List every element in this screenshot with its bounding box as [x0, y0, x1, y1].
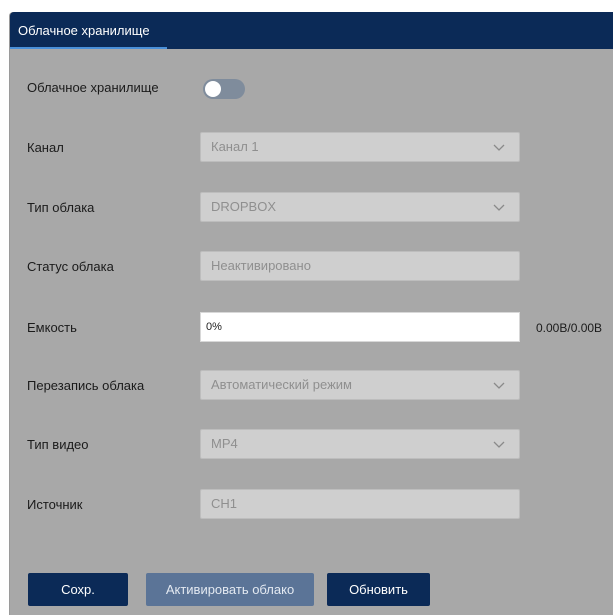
cloud-storage-panel: Облачное хранилище Облачное хранилище Ка… — [10, 12, 613, 615]
video-type-row: Тип видео MP4 — [10, 429, 613, 461]
cloud-status-value: Неактивировано — [211, 258, 311, 273]
chevron-down-icon — [493, 141, 505, 153]
chevron-down-icon — [493, 379, 505, 391]
channel-row: Канал Канал 1 — [10, 132, 613, 164]
activate-cloud-button[interactable]: Активировать облако — [146, 573, 314, 606]
cloud-storage-toggle[interactable] — [203, 79, 245, 99]
chevron-down-icon — [493, 438, 505, 450]
cloud-storage-label: Облачное хранилище — [27, 80, 159, 95]
chevron-down-icon — [493, 201, 505, 213]
channel-select[interactable]: Канал 1 — [200, 132, 520, 162]
channel-label: Канал — [27, 140, 64, 155]
capacity-percent: 0% — [206, 321, 222, 333]
cloud-type-value: DROPBOX — [211, 199, 277, 214]
refresh-button[interactable]: Обновить — [327, 573, 430, 606]
video-type-label: Тип видео — [27, 437, 89, 452]
cloud-type-label: Тип облака — [27, 200, 95, 215]
cloud-storage-row: Облачное хранилище — [10, 72, 613, 104]
overwrite-select[interactable]: Автоматический режим — [200, 370, 520, 400]
cloud-status-field: Неактивировано — [200, 251, 520, 281]
capacity-label: Емкость — [27, 320, 77, 335]
panel-header: Облачное хранилище — [10, 12, 613, 49]
overwrite-label: Перезапись облака — [27, 378, 145, 393]
source-field: CH1 — [200, 489, 520, 519]
video-type-value: MP4 — [211, 436, 238, 451]
channel-value: Канал 1 — [211, 139, 259, 154]
overwrite-row: Перезапись облака Автоматический режим — [10, 370, 613, 402]
cloud-type-select[interactable]: DROPBOX — [200, 192, 520, 222]
capacity-usage: 0.00B/0.00B — [536, 321, 603, 335]
tab-cloud-storage[interactable]: Облачное хранилище — [10, 12, 167, 49]
video-type-select[interactable]: MP4 — [200, 429, 520, 459]
toggle-knob — [205, 81, 221, 97]
save-button[interactable]: Сохр. — [28, 573, 128, 606]
cloud-status-row: Статус облака Неактивировано — [10, 251, 613, 283]
source-value: CH1 — [211, 496, 238, 511]
capacity-row: Емкость 0% 0.00B/0.00B — [10, 312, 613, 344]
source-row: Источник CH1 — [10, 489, 613, 521]
overwrite-value: Автоматический режим — [211, 377, 352, 392]
cloud-type-row: Тип облака DROPBOX — [10, 192, 613, 224]
source-label: Источник — [27, 497, 83, 512]
cloud-status-label: Статус облака — [27, 259, 114, 274]
capacity-progress-bar: 0% — [200, 312, 520, 342]
